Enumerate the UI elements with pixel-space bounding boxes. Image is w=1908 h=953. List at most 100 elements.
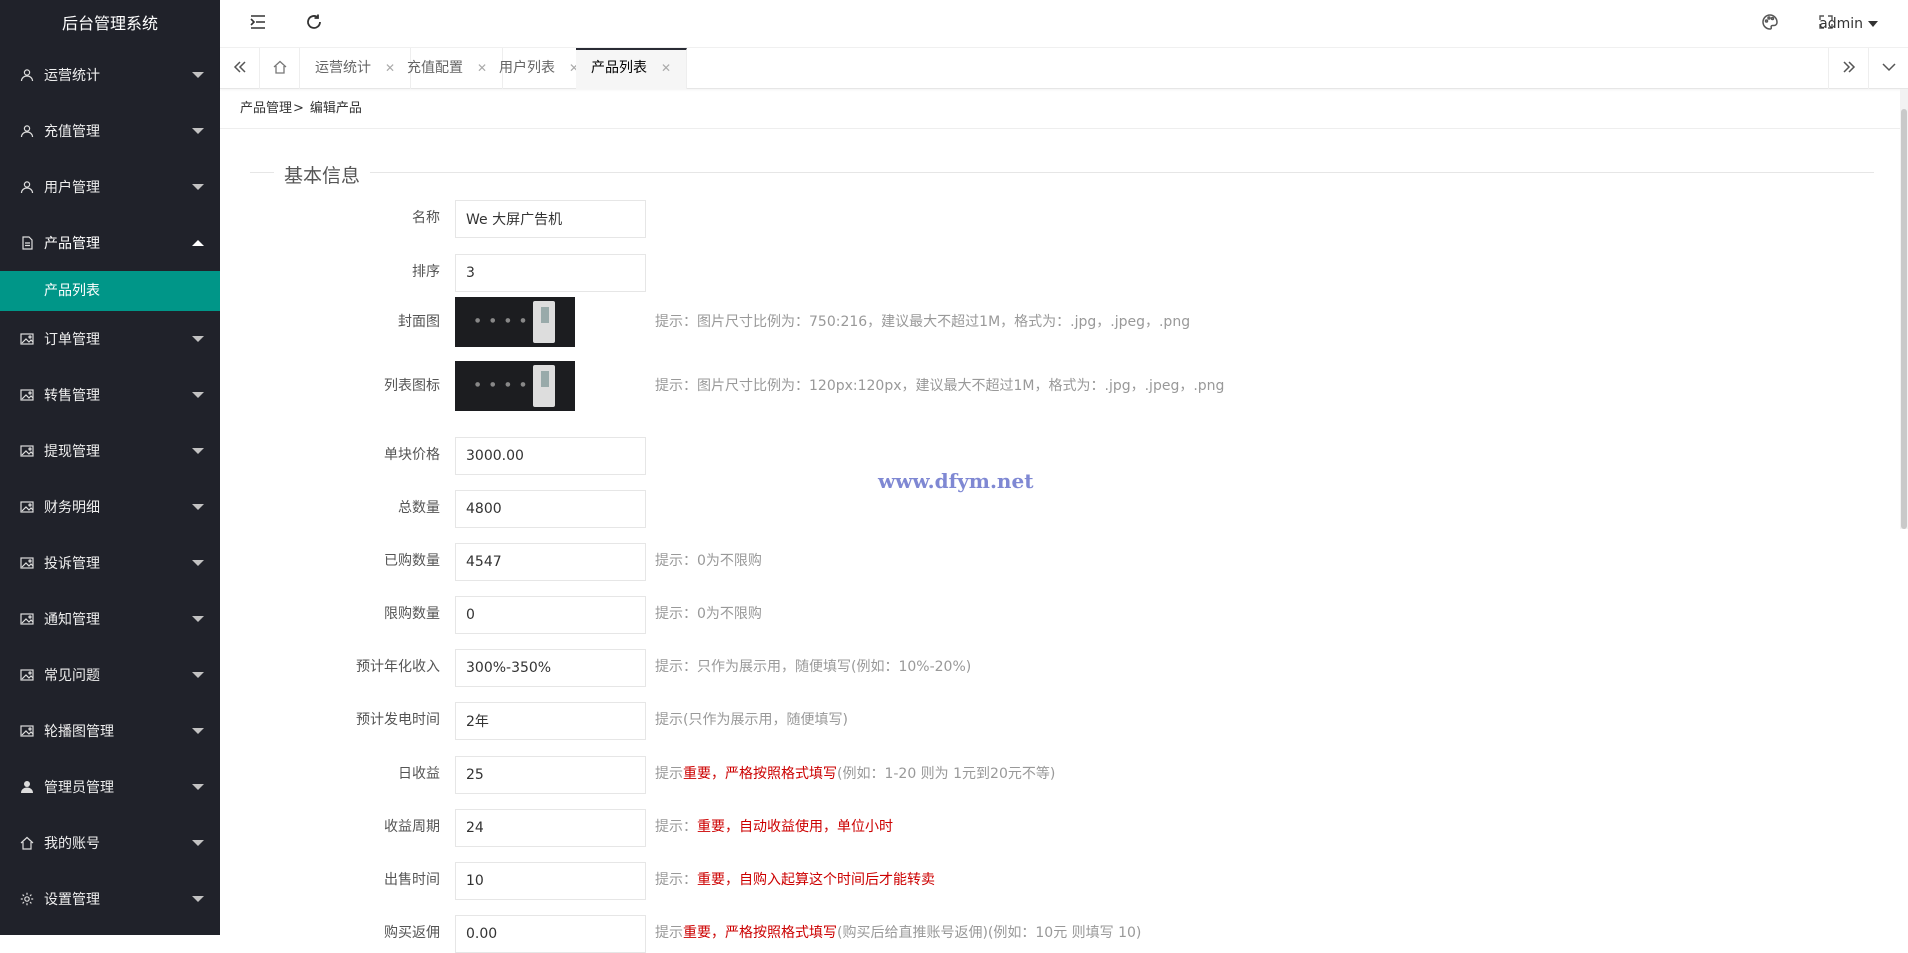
sidebar-item-label: 产品管理	[44, 233, 100, 253]
field-input[interactable]	[455, 596, 646, 634]
hint-suffix: (购买后给直推账号返佣)(例如：10元 则填写 10)	[837, 925, 1141, 941]
field-input[interactable]	[455, 437, 646, 475]
sidebar-item-8[interactable]: 投诉管理	[0, 535, 220, 591]
image-icon	[20, 444, 34, 458]
sidebar-item-label: 转售管理	[44, 385, 100, 405]
image-upload-thumbnail[interactable]: ● ● ● ●	[455, 361, 575, 411]
sidebar-item-label: 订单管理	[44, 329, 100, 349]
sidebar-item-label: 设置管理	[44, 889, 100, 909]
sidebar-item-6[interactable]: 提现管理	[0, 423, 220, 479]
file-icon	[20, 236, 34, 250]
sidebar-item-label: 常见问题	[44, 665, 100, 685]
theme-button[interactable]	[1750, 0, 1790, 48]
user-menu[interactable]: admin	[1819, 0, 1878, 48]
field-hint: 提示(只作为展示用，随便填写)	[655, 700, 848, 740]
image-icon	[20, 668, 34, 682]
chevron-down-icon	[192, 392, 204, 398]
watermark: www.dfym.net	[878, 469, 1033, 493]
chevron-down-icon	[192, 72, 204, 78]
refresh-button[interactable]	[294, 0, 334, 48]
field-input[interactable]	[455, 200, 646, 238]
breadcrumb-parent[interactable]: 产品管理	[240, 101, 292, 116]
menu-toggle-button[interactable]	[238, 0, 278, 48]
sidebar-item-5[interactable]: 转售管理	[0, 367, 220, 423]
field-label: 日收益	[220, 754, 440, 794]
sidebar-item-12[interactable]: 管理员管理	[0, 759, 220, 815]
field-label: 列表图标	[220, 366, 440, 406]
tabs-scroll-right-button[interactable]	[1828, 48, 1868, 89]
image-icon	[20, 500, 34, 514]
sidebar-item-4[interactable]: 订单管理	[0, 311, 220, 367]
field-input[interactable]	[455, 490, 646, 528]
tab-label: 用户列表	[499, 60, 555, 76]
sidebar-item-1[interactable]: 充值管理	[0, 103, 220, 159]
chevron-down-icon	[192, 336, 204, 342]
sidebar-item-14[interactable]: 设置管理	[0, 871, 220, 927]
sidebar-item-2[interactable]: 用户管理	[0, 159, 220, 215]
field-label: 购买返佣	[220, 913, 440, 953]
field-input[interactable]	[455, 702, 646, 740]
person-icon	[20, 780, 34, 794]
sidebar-item-label: 管理员管理	[44, 777, 114, 797]
field-input[interactable]	[455, 254, 646, 292]
image-upload-thumbnail[interactable]: ● ● ● ●	[455, 297, 575, 347]
close-icon[interactable]: ✕	[661, 61, 671, 75]
breadcrumb: 产品管理> 编辑产品	[220, 89, 1908, 129]
field-input[interactable]	[455, 649, 646, 687]
field-input[interactable]	[455, 809, 646, 847]
image-icon	[20, 388, 34, 402]
hint-prefix: 提示	[655, 925, 683, 941]
field-input[interactable]	[455, 862, 646, 900]
sidebar-item-label: 用户管理	[44, 177, 100, 197]
tabs-menu-button[interactable]	[1868, 48, 1908, 89]
field-label: 封面图	[220, 302, 440, 342]
sidebar-item-label: 提现管理	[44, 441, 100, 461]
double-chevron-right-icon	[1841, 59, 1857, 79]
sidebar-item-label: 财务明细	[44, 497, 100, 517]
field-input[interactable]	[455, 756, 646, 794]
breadcrumb-current: 编辑产品	[310, 101, 362, 116]
app-title: 后台管理系统	[0, 0, 220, 47]
chevron-down-icon	[192, 616, 204, 622]
hint-prefix: 提示	[655, 766, 683, 782]
home-icon	[272, 59, 288, 79]
sidebar-item-11[interactable]: 轮播图管理	[0, 703, 220, 759]
sidebar-subitem-product-list[interactable]: 产品列表	[0, 271, 220, 311]
hint-important: 重要，严格按照格式填写	[683, 925, 837, 941]
chevron-down-icon	[192, 896, 204, 902]
tab-3[interactable]: 产品列表 ✕	[576, 48, 687, 89]
tab-label: 产品列表	[591, 60, 647, 76]
sidebar-item-3[interactable]: 产品管理	[0, 215, 220, 271]
chevron-down-icon	[192, 128, 204, 134]
field-input[interactable]	[455, 543, 646, 581]
sidebar-item-9[interactable]: 通知管理	[0, 591, 220, 647]
form-row: 收益周期提示：重要，自动收益使用，单位小时	[220, 807, 1720, 847]
chevron-down-icon	[192, 184, 204, 190]
breadcrumb-separator: >	[293, 101, 304, 116]
hint-prefix: 提示：	[655, 872, 697, 888]
form-row: 日收益提示重要，严格按照格式填写(例如：1-20 则为 1元到20元不等)	[220, 754, 1720, 794]
scrollbar[interactable]	[1900, 89, 1908, 529]
chevron-down-icon	[1881, 59, 1897, 79]
field-label: 排序	[220, 252, 440, 292]
field-hint: 提示：重要，自购入起算这个时间后才能转卖	[655, 860, 935, 900]
form-row: 名称	[220, 198, 1720, 238]
form-row: 排序	[220, 252, 1720, 292]
tabs-scroll-left-button[interactable]	[220, 48, 260, 89]
chevron-down-icon	[192, 504, 204, 510]
field-input[interactable]	[455, 915, 646, 953]
field-label: 名称	[220, 198, 440, 238]
sidebar-item-10[interactable]: 常见问题	[0, 647, 220, 703]
image-icon	[20, 556, 34, 570]
field-hint: 提示：只作为展示用，随便填写(例如：10%-20%)	[655, 647, 971, 687]
home-tab[interactable]	[260, 48, 300, 89]
sidebar-item-0[interactable]: 运营统计	[0, 47, 220, 103]
section-title: 基本信息	[274, 161, 370, 188]
hint-important: 重要，自动收益使用，单位小时	[697, 819, 893, 835]
field-label: 预计年化收入	[220, 647, 440, 687]
sidebar-item-label: 投诉管理	[44, 553, 100, 573]
sidebar-item-13[interactable]: 我的账号	[0, 815, 220, 871]
sidebar-item-7[interactable]: 财务明细	[0, 479, 220, 535]
form-row: 限购数量提示：0为不限购	[220, 594, 1720, 634]
tab-label: 充值配置	[407, 60, 463, 76]
